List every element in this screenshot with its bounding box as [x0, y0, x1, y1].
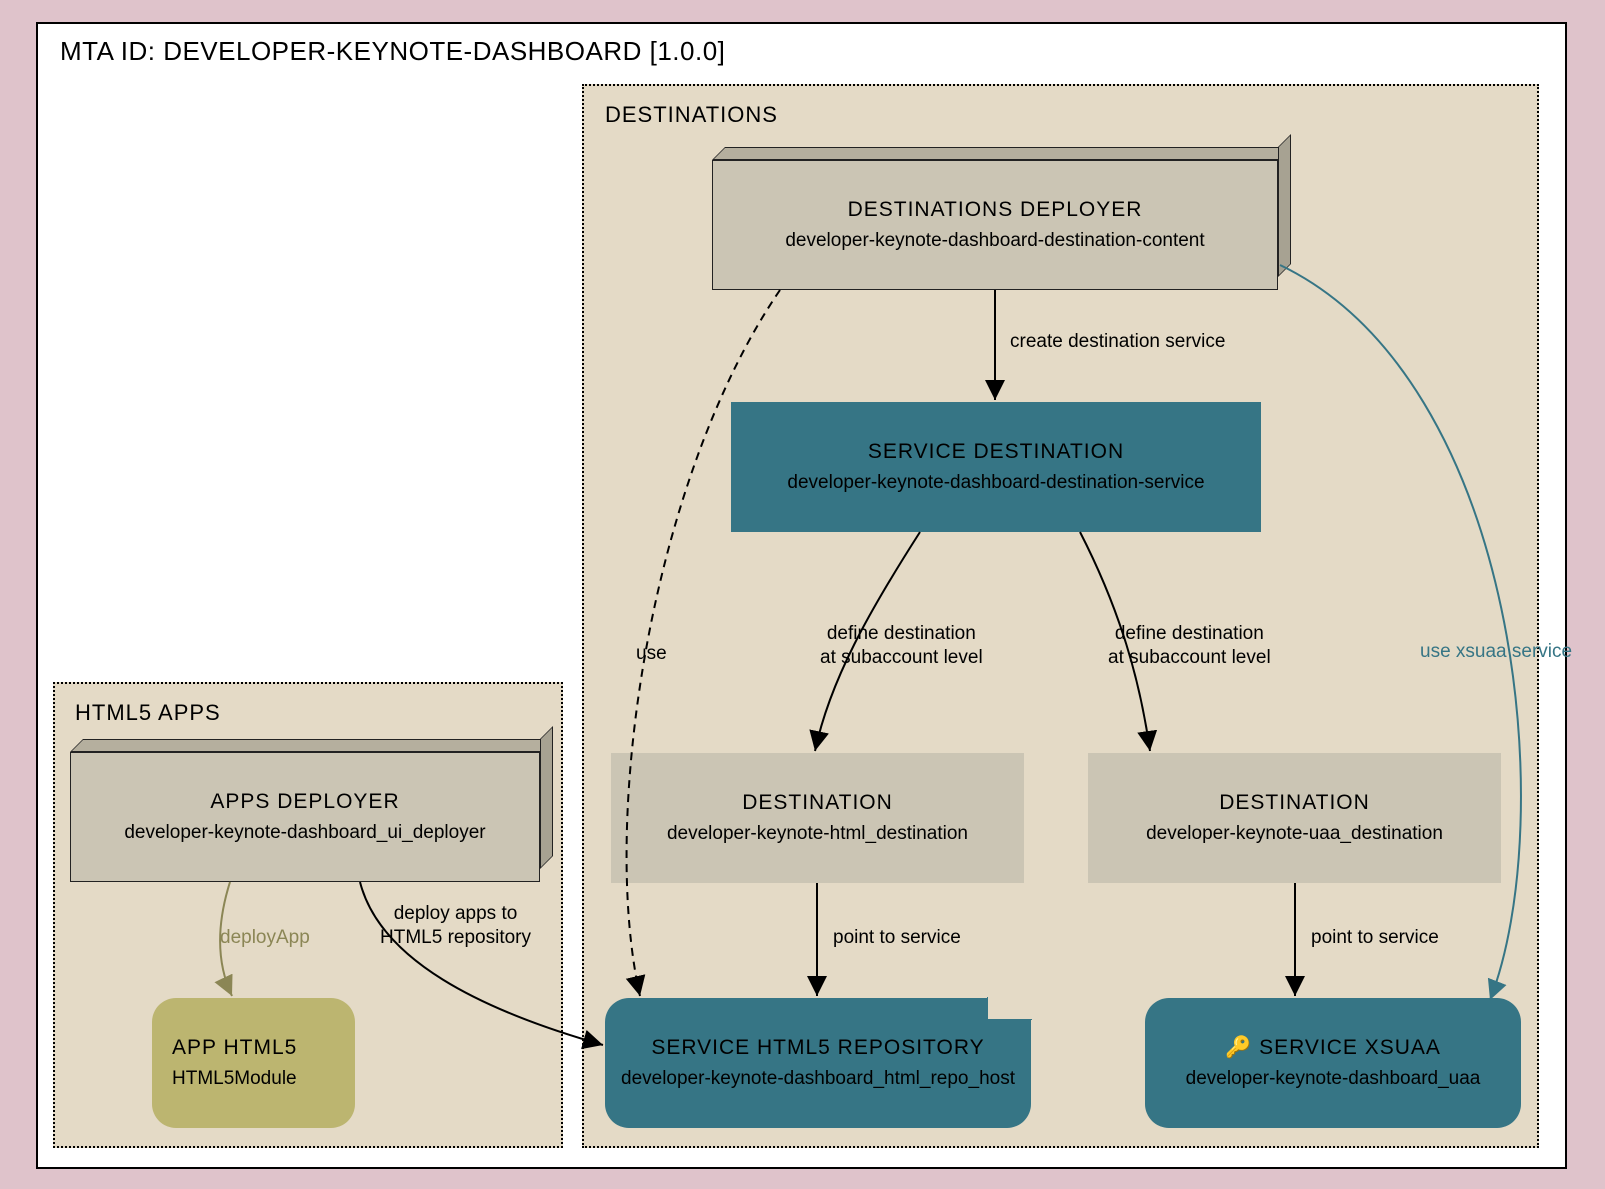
node-app-html5: APP HTML5 HTML5Module	[152, 998, 355, 1128]
node-service-html5-repo: SERVICE HTML5 REPOSITORY developer-keyno…	[605, 998, 1031, 1128]
node-destination-html: DESTINATION developer-keynote-html_desti…	[611, 753, 1024, 883]
node-service-html5-repo-sub: developer-keynote-dashboard_html_repo_ho…	[621, 1068, 1015, 1090]
group-html5-apps-title: HTML5 APPS	[75, 700, 221, 726]
edge-define-sub-1: define destination at subaccount level	[820, 622, 983, 670]
page-title: MTA ID: DEVELOPER-KEYNOTE-DASHBOARD [1.0…	[60, 36, 725, 67]
folder-notch	[987, 997, 1032, 1020]
key-icon: 🔑	[1225, 1036, 1259, 1059]
node-destination-uaa: DESTINATION developer-keynote-uaa_destin…	[1088, 753, 1501, 883]
node-destination-html-sub: developer-keynote-html_destination	[667, 823, 968, 845]
node-service-xsuaa: 🔑 SERVICE XSUAA developer-keynote-dashbo…	[1145, 998, 1521, 1128]
node-dest-deployer-sub: developer-keynote-dashboard-destination-…	[785, 230, 1204, 252]
edge-deploy-repo: deploy apps to HTML5 repository	[380, 902, 531, 950]
node-app-html5-sub: HTML5Module	[172, 1068, 297, 1090]
group-destinations-title: DESTINATIONS	[605, 102, 778, 128]
edge-define-sub-2: define destination at subaccount level	[1108, 622, 1271, 670]
node-service-xsuaa-sub: developer-keynote-dashboard_uaa	[1186, 1068, 1481, 1090]
edge-create-dest-svc: create destination service	[1010, 330, 1225, 354]
node-dest-deployer-title: DESTINATIONS DEPLOYER	[848, 198, 1143, 222]
node-service-html5-repo-title: SERVICE HTML5 REPOSITORY	[651, 1036, 984, 1060]
node-service-destination: SERVICE DESTINATION developer-keynote-da…	[731, 402, 1261, 532]
node-destinations-deployer: DESTINATIONS DEPLOYER developer-keynote-…	[712, 160, 1282, 290]
node-apps-deployer: APPS DEPLOYER developer-keynote-dashboar…	[70, 752, 544, 882]
node-service-xsuaa-title: SERVICE XSUAA	[1259, 1036, 1441, 1059]
node-apps-deployer-sub: developer-keynote-dashboard_ui_deployer	[124, 822, 485, 844]
node-app-html5-title: APP HTML5	[172, 1036, 297, 1060]
edge-point-svc-1: point to service	[833, 926, 961, 950]
node-destination-html-title: DESTINATION	[742, 791, 893, 815]
node-apps-deployer-title: APPS DEPLOYER	[210, 790, 399, 814]
node-service-destination-sub: developer-keynote-dashboard-destination-…	[787, 472, 1204, 494]
edge-point-svc-2: point to service	[1311, 926, 1439, 950]
edge-use: use	[636, 642, 667, 666]
node-destination-uaa-title: DESTINATION	[1219, 791, 1370, 815]
edge-use-xsuaa: use xsuaa service	[1420, 640, 1572, 664]
node-service-destination-title: SERVICE DESTINATION	[868, 440, 1124, 464]
node-destination-uaa-sub: developer-keynote-uaa_destination	[1146, 823, 1443, 845]
edge-deploy-app: deployApp	[220, 926, 310, 950]
